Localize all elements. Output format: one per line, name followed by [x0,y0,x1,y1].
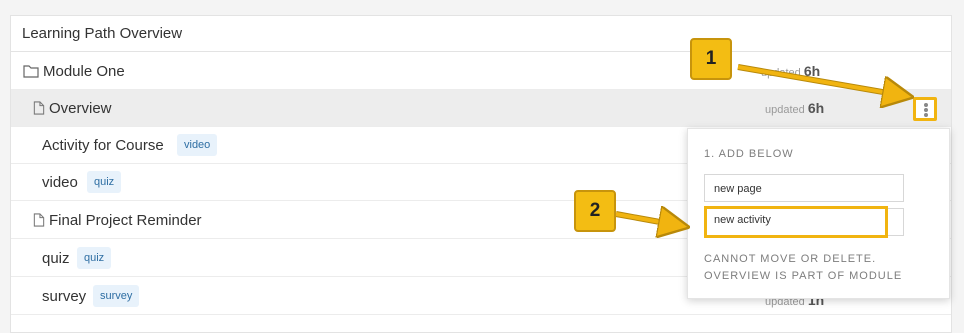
arrow-1 [737,65,906,96]
annotation-arrows [615,64,964,331]
callout-2: 2 [574,190,616,232]
arrow-2 [615,214,682,226]
callout-1: 1 [690,38,732,80]
